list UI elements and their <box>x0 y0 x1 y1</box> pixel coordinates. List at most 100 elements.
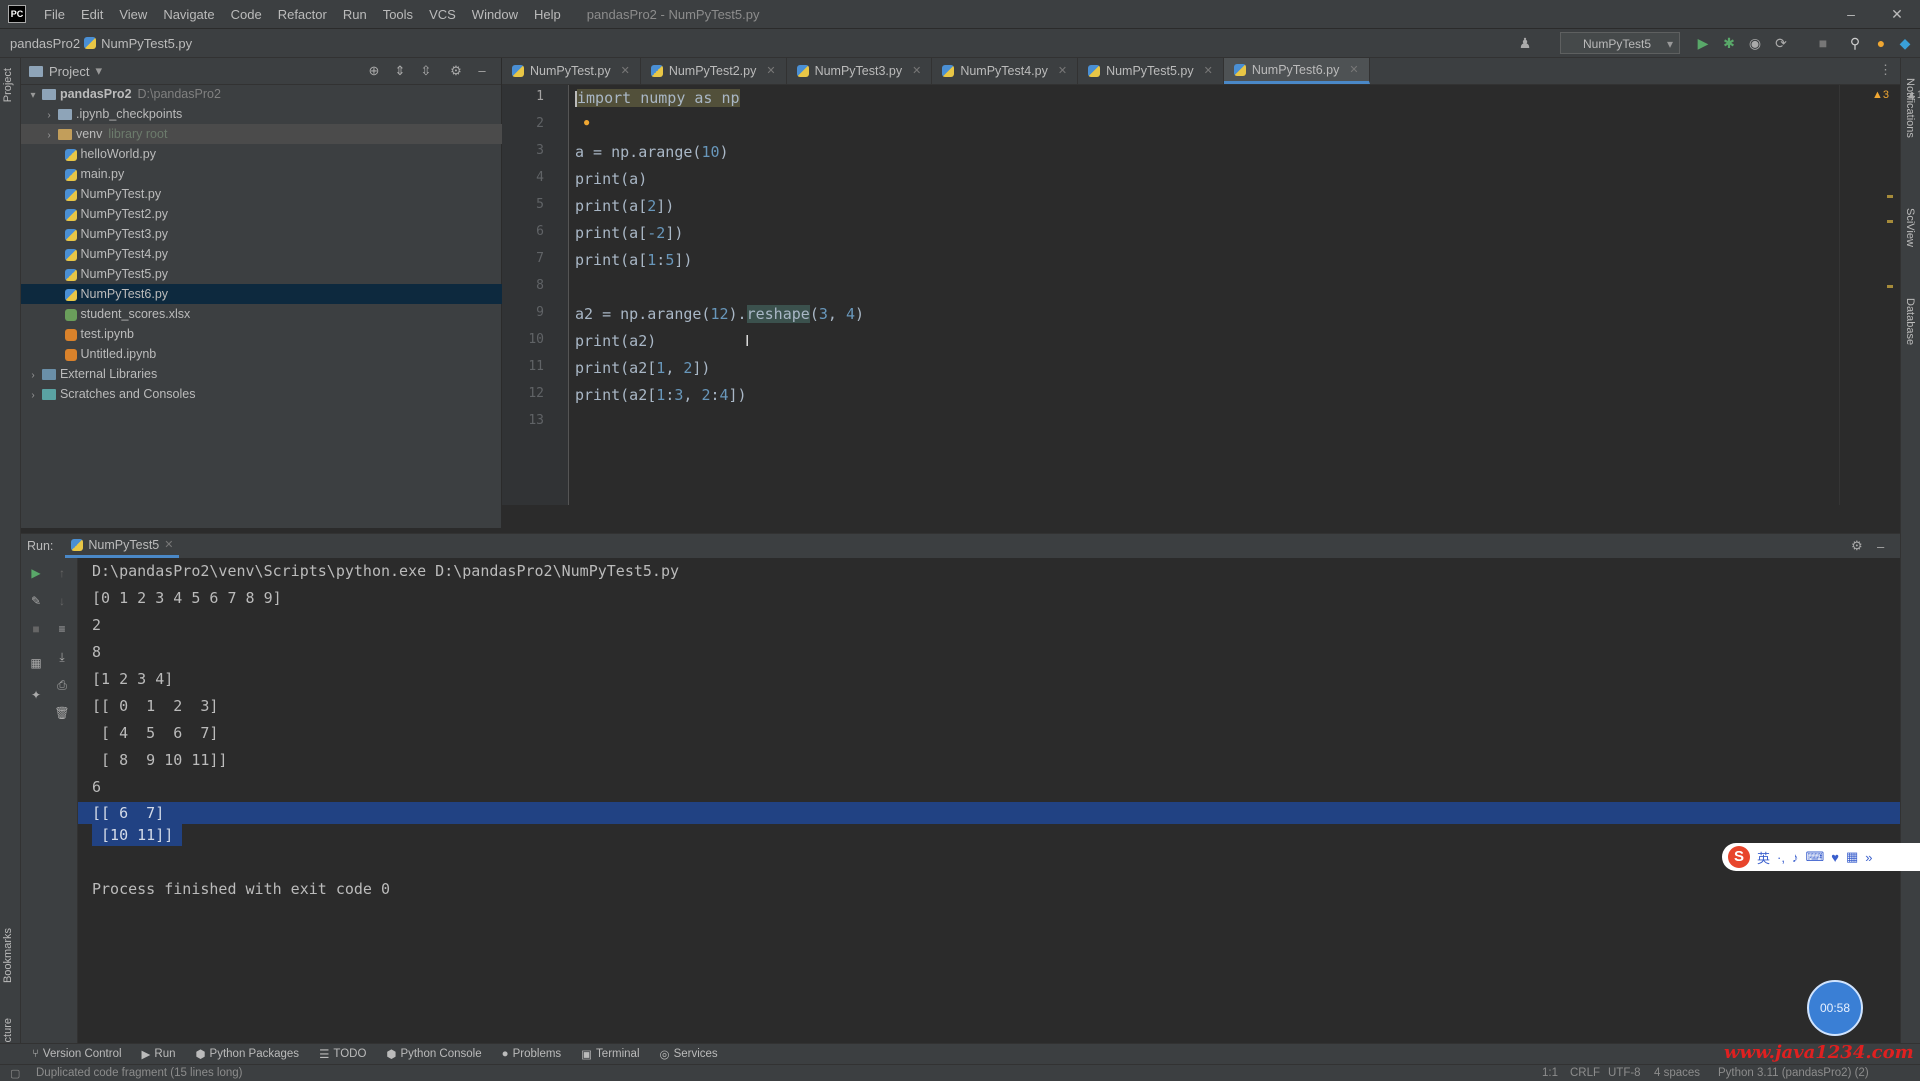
tree-item-numpytest4[interactable]: NumPyTest4.py <box>21 244 545 264</box>
tree-item-student-scores[interactable]: student_scores.xlsx <box>21 304 545 324</box>
menu-help[interactable]: Help <box>526 7 569 22</box>
recording-timer[interactable]: 00:58 <box>1807 980 1863 1036</box>
tab-numpytest6[interactable]: NumPyTest6.py ✕ <box>1223 57 1370 84</box>
close-window-icon[interactable]: ✕ <box>1874 0 1920 28</box>
tree-item-main[interactable]: main.py <box>21 164 545 184</box>
microphone-icon[interactable]: ♪ <box>1792 850 1799 865</box>
run-console[interactable]: D:\pandasPro2\venv\Scripts\python.exe D:… <box>78 558 1900 1043</box>
expand-all-icon[interactable]: ⇕ <box>391 62 409 80</box>
tree-item-helloworld[interactable]: helloWorld.py <box>21 144 545 164</box>
toolbox-icon[interactable]: ▦ <box>1846 849 1858 865</box>
editor-scrollbar[interactable] <box>1885 85 1895 465</box>
layout-icon[interactable]: ▦ <box>27 654 45 672</box>
stop-icon[interactable]: ■ <box>1814 34 1832 52</box>
services-button[interactable]: ◎ Services <box>660 1047 718 1061</box>
tab-numpytest[interactable]: NumPyTest.py ✕ <box>502 58 641 84</box>
plugin-icon[interactable]: ◆ <box>1896 34 1914 52</box>
warning-stripe-marker[interactable] <box>1887 285 1893 288</box>
user-icon[interactable]: ♟ <box>1516 34 1534 52</box>
gear-icon[interactable]: ⚙ <box>1851 538 1863 554</box>
close-icon[interactable]: ✕ <box>1204 58 1213 84</box>
version-control-button[interactable]: ⑂ Version Control <box>32 1048 122 1060</box>
file-encoding[interactable]: UTF-8 <box>1608 1067 1641 1079</box>
menu-refactor[interactable]: Refactor <box>270 7 335 22</box>
ime-language[interactable]: 英 <box>1757 848 1770 867</box>
minimize-icon[interactable]: – <box>1828 0 1874 28</box>
lightbulb-icon[interactable]: ● <box>583 115 590 129</box>
menu-navigate[interactable]: Navigate <box>155 7 222 22</box>
run-config-dropdown[interactable]: NumPyTest5 ▾ <box>1560 32 1680 54</box>
locate-file-icon[interactable]: ⊕ <box>365 62 383 80</box>
todo-button[interactable]: ☰ TODO <box>319 1047 366 1061</box>
updates-icon[interactable]: ● <box>1872 34 1890 52</box>
ime-toolbar[interactable]: S 英 ·, ♪ ⌨ ♥ ▦ » <box>1722 843 1920 871</box>
python-packages-button[interactable]: ⬢ Python Packages <box>196 1047 300 1061</box>
status-message[interactable]: Duplicated code fragment (15 lines long) <box>36 1067 242 1079</box>
warning-stripe-marker[interactable] <box>1887 220 1893 223</box>
notifications-stripe-button[interactable]: Notifications <box>1904 78 1916 138</box>
breadcrumb-project[interactable]: pandasPro2 <box>0 36 84 51</box>
tab-numpytest3[interactable]: NumPyTest3.py ✕ <box>787 58 933 84</box>
problems-button[interactable]: ● Problems <box>502 1048 562 1060</box>
rerun-icon[interactable]: ▶ <box>27 564 45 582</box>
menu-edit[interactable]: Edit <box>73 7 111 22</box>
tab-numpytest4[interactable]: NumPyTest4.py ✕ <box>932 58 1079 84</box>
weak-warning-icon[interactable]: ▲1 <box>1906 89 1920 101</box>
menu-window[interactable]: Window <box>464 7 526 22</box>
more-icon[interactable]: » <box>1865 850 1872 865</box>
tree-item-venv[interactable]: › venv library root <box>21 124 523 144</box>
keyboard-icon[interactable]: ⌨ <box>1805 849 1824 865</box>
scroll-down-icon[interactable]: ↓ <box>53 592 71 610</box>
tree-item-scratches[interactable]: › Scratches and Consoles <box>21 384 507 404</box>
close-icon[interactable]: ✕ <box>164 533 173 557</box>
hide-panel-icon[interactable]: – <box>1877 539 1884 554</box>
menu-tools[interactable]: Tools <box>375 7 421 22</box>
caret-position[interactable]: 1:1 <box>1542 1067 1558 1079</box>
toggle-tool-windows-icon[interactable]: ▢ <box>10 1067 20 1080</box>
project-view-selector[interactable]: Project ▾ <box>29 63 102 79</box>
menu-view[interactable]: View <box>111 7 155 22</box>
stop-icon[interactable]: ■ <box>27 620 45 638</box>
close-icon[interactable]: ✕ <box>1349 57 1358 83</box>
punctuation-icon[interactable]: ·, <box>1777 850 1785 865</box>
scroll-up-icon[interactable]: ↑ <box>53 564 71 582</box>
tree-item-numpytest[interactable]: NumPyTest.py <box>21 184 545 204</box>
tree-item-ipynb-checkpoints[interactable]: › .ipynb_checkpoints <box>21 104 523 124</box>
tree-item-test-ipynb[interactable]: test.ipynb <box>21 324 545 344</box>
search-icon[interactable]: ⚲ <box>1846 34 1864 52</box>
debug-icon[interactable]: ✱ <box>1720 34 1738 52</box>
trash-icon[interactable]: 🗑 <box>53 704 71 722</box>
code-editor[interactable]: import numpy as np ● a = np.arange(10) p… <box>569 85 1920 505</box>
tab-numpytest2[interactable]: NumPyTest2.py ✕ <box>641 58 787 84</box>
coverage-icon[interactable]: ◉ <box>1746 34 1764 52</box>
pin-icon[interactable]: ✦ <box>27 686 45 704</box>
run-tool-button[interactable]: ▶ Run <box>142 1047 176 1061</box>
close-icon[interactable]: ✕ <box>766 58 775 84</box>
gear-icon[interactable]: ⚙ <box>447 62 465 80</box>
print-icon[interactable]: ⎙ <box>53 676 71 694</box>
skin-icon[interactable]: ♥ <box>1831 850 1839 865</box>
menu-run[interactable]: Run <box>335 7 375 22</box>
more-tabs-icon[interactable]: ⋮ <box>1879 62 1892 78</box>
profile-icon[interactable]: ⟳ <box>1772 34 1790 52</box>
breadcrumb-file[interactable]: NumPyTest5.py <box>84 36 192 51</box>
hide-panel-icon[interactable]: – <box>473 62 491 80</box>
tree-item-external-libraries[interactable]: › External Libraries <box>21 364 507 384</box>
sciview-stripe-button[interactable]: SciView <box>1904 208 1916 247</box>
tree-item-numpytest2[interactable]: NumPyTest2.py <box>21 204 545 224</box>
python-console-button[interactable]: ⬢ Python Console <box>386 1047 481 1061</box>
tree-item-project-root[interactable]: ▾ pandasPro2 D:\pandasPro2 <box>21 84 507 104</box>
run-icon[interactable]: ▶ <box>1694 34 1712 52</box>
project-stripe-button[interactable]: Project <box>2 68 14 102</box>
tree-item-numpytest6[interactable]: NumPyTest6.py <box>21 284 545 304</box>
tree-item-numpytest5[interactable]: NumPyTest5.py <box>21 264 545 284</box>
tree-item-numpytest3[interactable]: NumPyTest3.py <box>21 224 545 244</box>
soft-wrap-icon[interactable]: ≡ <box>53 620 71 638</box>
menu-vcs[interactable]: VCS <box>421 7 464 22</box>
menu-file[interactable]: File <box>36 7 73 22</box>
warning-stripe-marker[interactable] <box>1887 195 1893 198</box>
menu-code[interactable]: Code <box>223 7 270 22</box>
line-separator[interactable]: CRLF <box>1570 1067 1600 1079</box>
tab-numpytest5[interactable]: NumPyTest5.py ✕ <box>1078 58 1224 84</box>
run-tab[interactable]: NumPyTest5 ✕ <box>65 533 180 558</box>
